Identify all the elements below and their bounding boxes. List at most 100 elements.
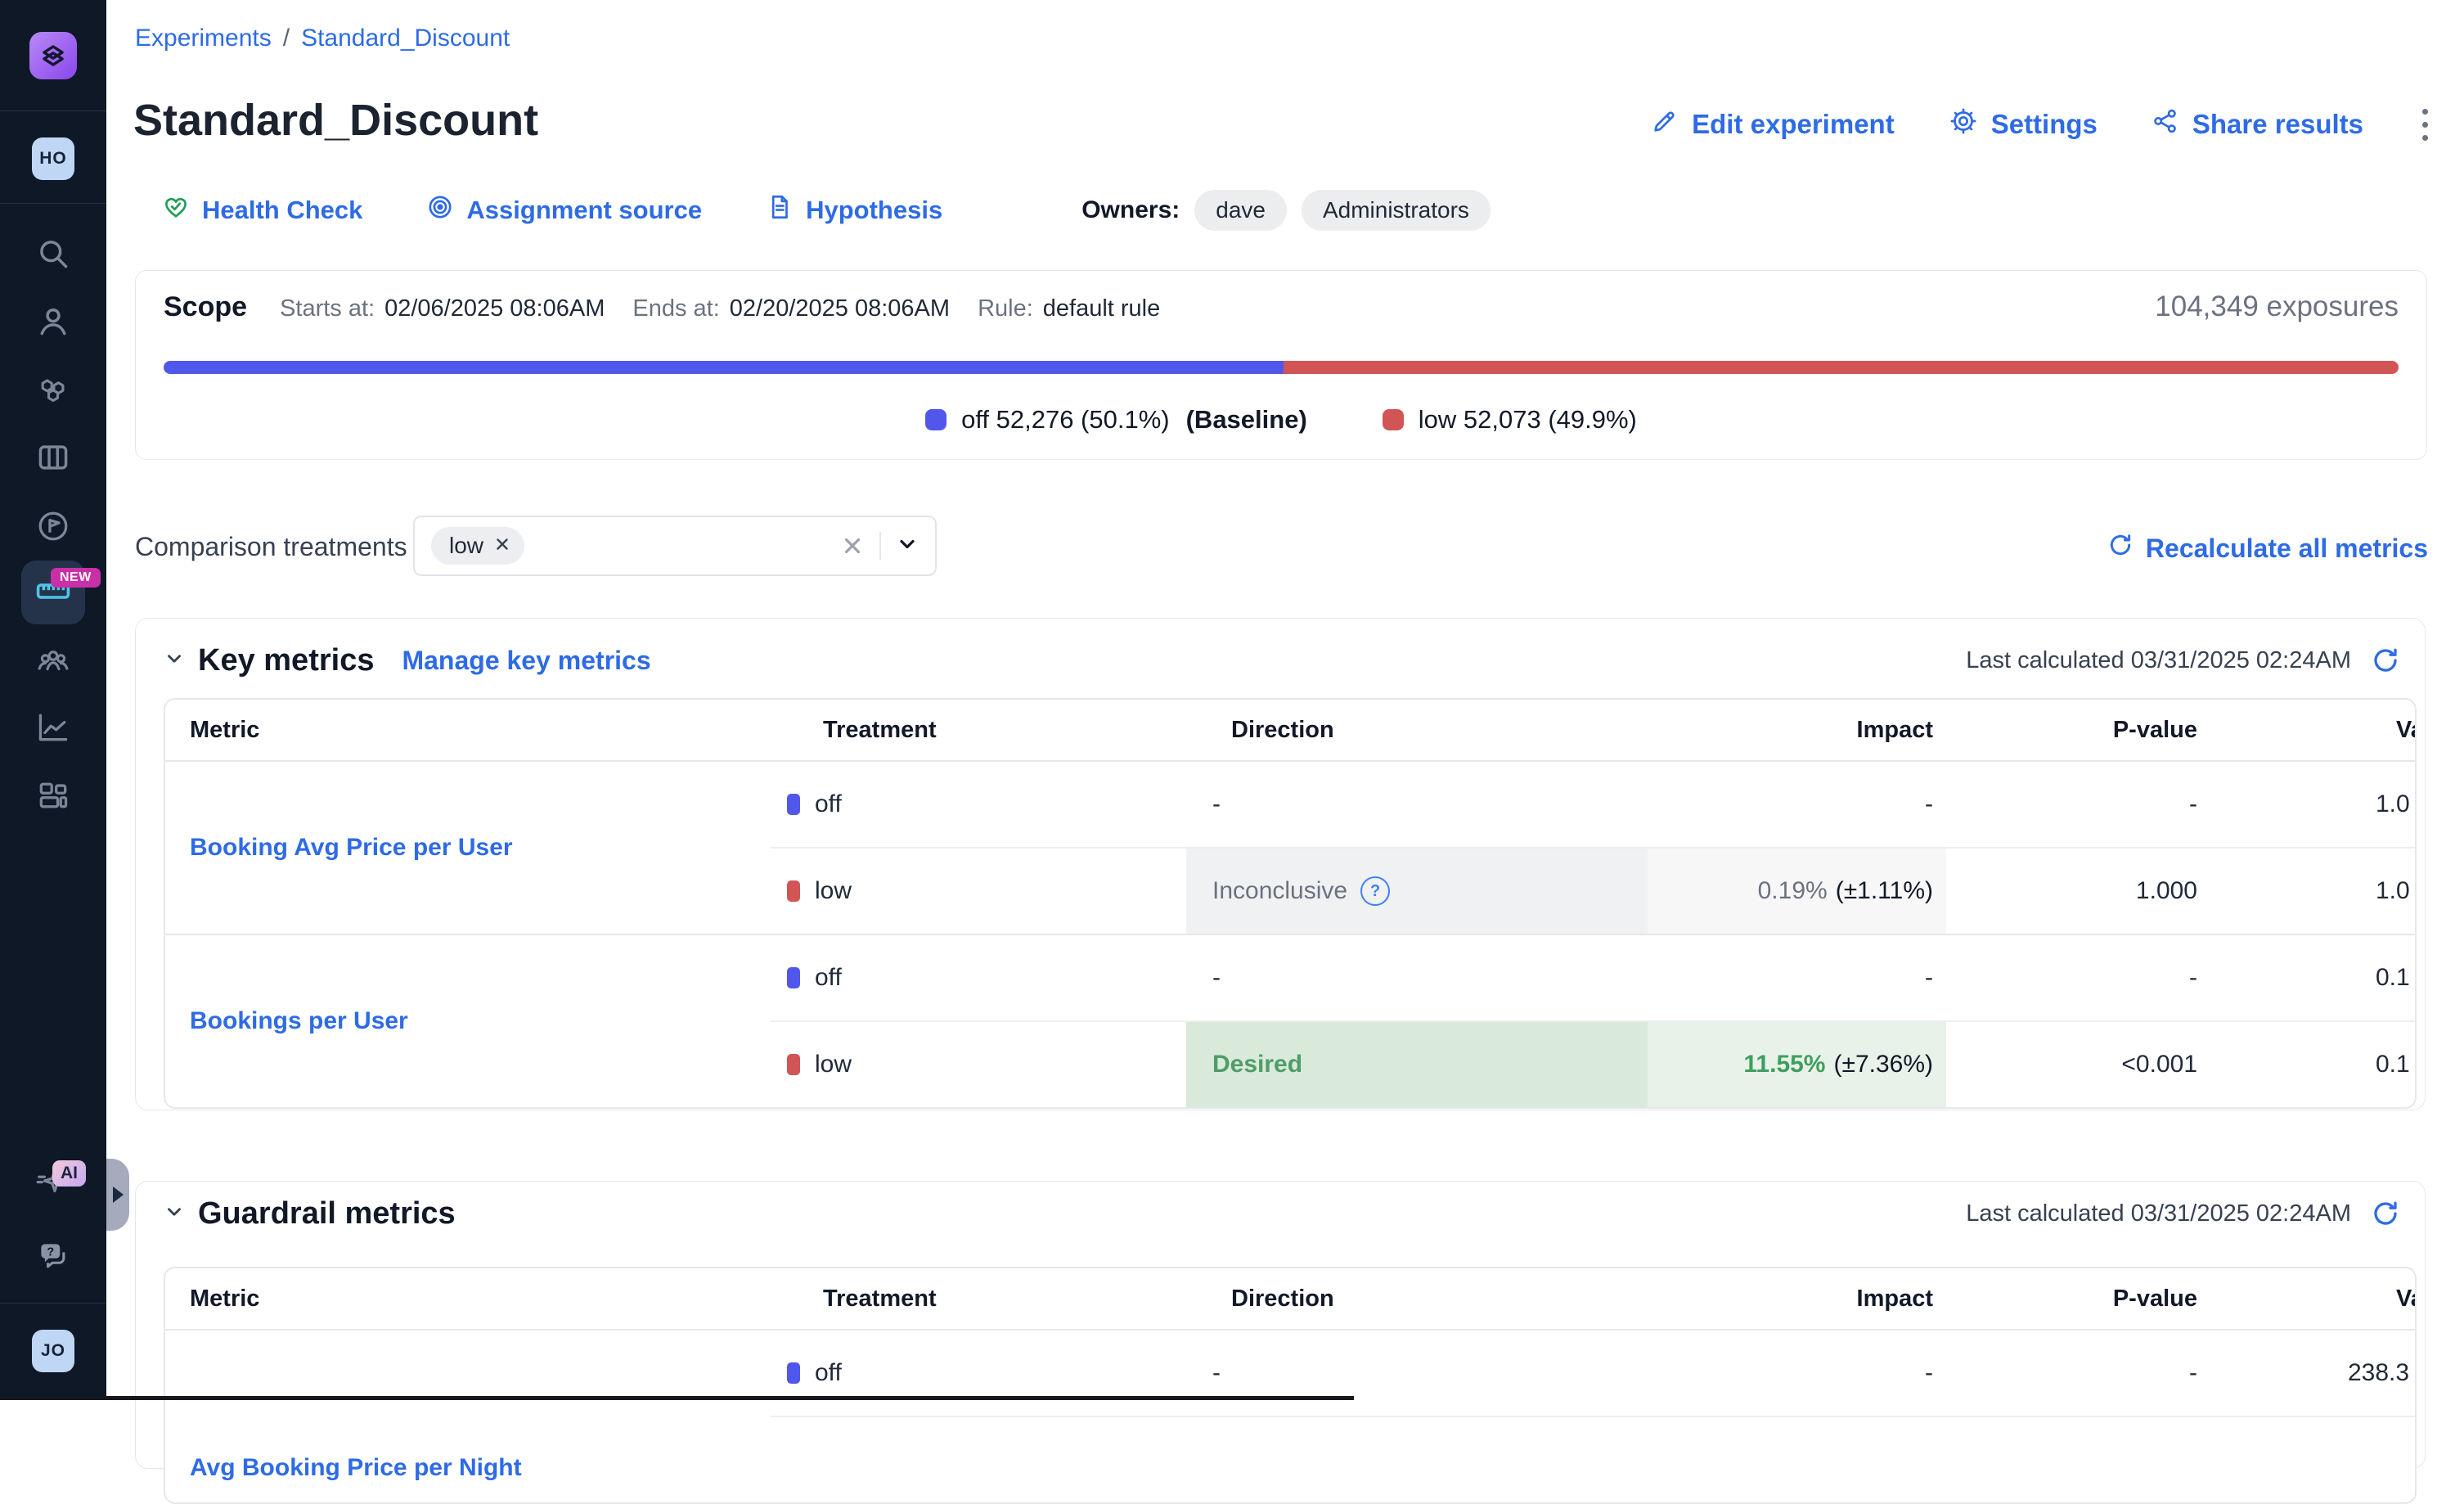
play-flag-icon — [35, 508, 71, 548]
sidebar-item-users[interactable] — [0, 304, 106, 344]
recalculate-all-metrics-button[interactable]: Recalculate all metrics — [2107, 532, 2428, 565]
pvalue: - — [2189, 964, 2197, 992]
more-options-button[interactable] — [2422, 109, 2428, 141]
table-header-row: Metric Treatment Direction Impact P-valu… — [165, 1268, 2415, 1331]
treatment-label: off — [815, 1359, 842, 1387]
col-metric: Metric — [165, 717, 771, 744]
breadcrumb-experiments-link[interactable]: Experiments — [135, 25, 272, 52]
breadcrumb-separator: / — [283, 25, 290, 52]
sidebar-item-audiences[interactable] — [0, 642, 106, 682]
sidebar-item-layers[interactable] — [0, 439, 106, 480]
user-menu[interactable]: JO — [0, 1330, 106, 1372]
meta-row: Health Check Assignment source Hypothesi… — [162, 190, 1491, 231]
statsig-logo[interactable] — [0, 32, 106, 79]
sidebar-item-metrics[interactable] — [0, 709, 106, 750]
metric-value: 238.3 — [2348, 1359, 2409, 1387]
edit-experiment-label: Edit experiment — [1692, 109, 1895, 140]
guardrail-metrics-header: Guardrail metrics Last calculated 03/31/… — [136, 1195, 2425, 1232]
owner-pill-dave[interactable]: dave — [1194, 190, 1287, 231]
guardrail-metrics-title: Guardrail metrics — [198, 1196, 456, 1232]
recalculate-label: Recalculate all metrics — [2146, 534, 2428, 564]
owners-group: Owners: dave Administrators — [1081, 190, 1491, 231]
pvalue: 1.000 — [2136, 877, 2197, 905]
sidebar-item-dynamic-config[interactable] — [0, 508, 106, 548]
impact-value: - — [1925, 964, 1933, 992]
off-swatch-icon — [787, 967, 800, 988]
sidebar-item-search[interactable] — [0, 236, 106, 276]
metric-link[interactable]: Bookings per User — [190, 1007, 408, 1035]
table-row: off - - - 238.3 — [771, 1331, 2417, 1416]
share-results-label: Share results — [2192, 109, 2363, 140]
key-metrics-section: Key metrics Manage key metrics Last calc… — [135, 618, 2426, 1110]
col-treatment: Treatment — [771, 1286, 1186, 1313]
settings-label: Settings — [1991, 109, 2098, 140]
question-circle-icon[interactable]: ? — [1360, 876, 1390, 906]
guardrail-metrics-table: Metric Treatment Direction Impact P-valu… — [164, 1267, 2417, 1504]
sidebar-expand-handle[interactable] — [106, 1159, 129, 1231]
hypothesis-link[interactable]: Hypothesis — [766, 193, 942, 227]
starts-at-value: 02/06/2025 08:06AM — [384, 295, 605, 322]
col-metric: Metric — [165, 1286, 771, 1313]
gear-icon — [1949, 106, 1978, 142]
refresh-icon[interactable] — [2371, 1199, 2400, 1228]
page-title: Standard_Discount — [133, 95, 538, 146]
settings-button[interactable]: Settings — [1949, 106, 2098, 142]
table-row: low Inconclusive ? 0.19% (±1.11%) 1.000 … — [771, 847, 2417, 934]
svg-text:?: ? — [47, 1245, 54, 1259]
bottom-edge-strip — [0, 1396, 1354, 1400]
key-metrics-last-calculated: Last calculated 03/31/2025 02:24AM — [1966, 647, 2351, 674]
org-switcher[interactable]: HO — [0, 137, 106, 180]
sidebar-item-feature-gates[interactable] — [0, 371, 106, 412]
metric-cell: Avg Booking Price per Night — [165, 1331, 771, 1502]
scope-card: Scope Starts at: 02/06/2025 08:06AM Ends… — [135, 270, 2427, 460]
assignment-source-link[interactable]: Assignment source — [426, 193, 702, 227]
col-direction: Direction — [1186, 717, 1648, 744]
collapse-chevron-icon[interactable] — [164, 648, 185, 673]
share-results-button[interactable]: Share results — [2152, 107, 2363, 142]
legend-item-low: low 52,073 (49.9%) — [1383, 405, 1637, 435]
metric-link[interactable]: Booking Avg Price per User — [190, 834, 513, 862]
owner-pill-administrators[interactable]: Administrators — [1302, 190, 1491, 231]
impact-value: 0.19% — [1758, 877, 1828, 905]
hypothesis-label: Hypothesis — [806, 196, 942, 225]
sidebar-item-dashboards[interactable] — [0, 777, 106, 817]
col-pvalue: P-value — [1946, 717, 2243, 744]
ai-badge: AI — [52, 1160, 86, 1187]
select-clear-icon[interactable] — [840, 534, 865, 558]
select-divider — [879, 532, 881, 560]
scope-title: Scope — [164, 291, 247, 323]
allocation-bar — [164, 361, 2399, 374]
chip-remove-icon[interactable] — [493, 533, 511, 559]
low-swatch-icon — [787, 880, 800, 902]
person-icon — [35, 304, 71, 344]
legend-off-label: off 52,276 (50.1%) — [961, 405, 1170, 435]
metric-cell: Booking Avg Price per User — [165, 762, 771, 934]
comparison-treatments-select[interactable]: low — [413, 516, 937, 576]
metric-group: Booking Avg Price per User off - - - 1.0… — [165, 762, 2415, 934]
pvalue: - — [2189, 1359, 2197, 1387]
heart-check-icon — [162, 193, 190, 227]
treatment-chip-low[interactable]: low — [431, 527, 524, 565]
chevron-right-icon — [113, 1187, 124, 1203]
blocks-icon — [35, 777, 71, 817]
org-badge: HO — [32, 137, 74, 180]
legend-low-label: low 52,073 (49.9%) — [1419, 405, 1637, 435]
allocation-segment-off — [164, 361, 1284, 374]
edit-experiment-button[interactable]: Edit experiment — [1651, 107, 1895, 142]
metric-group: Avg Booking Price per Night off - - - 23… — [165, 1331, 2415, 1502]
impact-value: - — [1925, 790, 1933, 818]
breadcrumb-current-link[interactable]: Standard_Discount — [301, 25, 510, 52]
manage-key-metrics-link[interactable]: Manage key metrics — [402, 646, 650, 676]
metric-link[interactable]: Avg Booking Price per Night — [190, 1454, 522, 1482]
direction-value: - — [1212, 790, 1221, 818]
refresh-icon[interactable] — [2371, 646, 2400, 675]
health-check-link[interactable]: Health Check — [162, 193, 362, 227]
treatment-label: off — [815, 790, 842, 818]
collapse-chevron-icon[interactable] — [164, 1201, 185, 1227]
sidebar-item-help[interactable]: ? — [0, 1238, 106, 1278]
select-chevron-down-icon[interactable] — [896, 533, 919, 560]
metric-value: 0.1 — [2376, 964, 2410, 992]
key-metrics-title: Key metrics — [198, 643, 374, 678]
scope-row: Scope Starts at: 02/06/2025 08:06AM Ends… — [164, 290, 2399, 323]
col-treatment: Treatment — [771, 717, 1186, 744]
